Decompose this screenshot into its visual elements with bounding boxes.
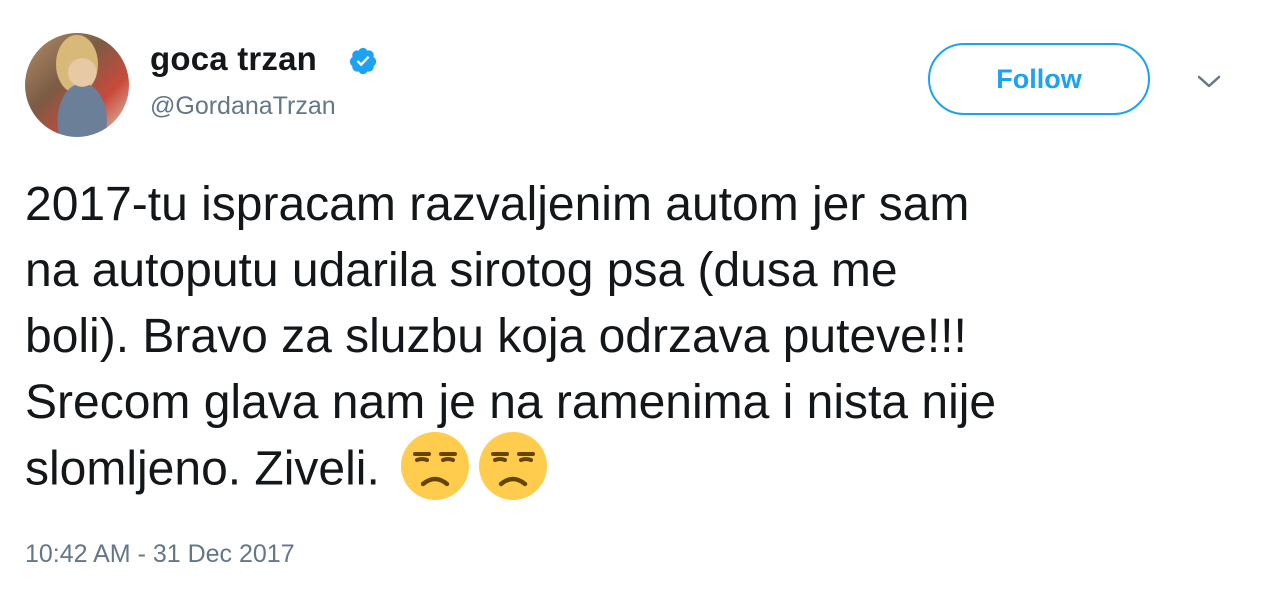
user-handle[interactable]: @GordanaTrzan xyxy=(150,92,336,121)
follow-button[interactable]: Follow xyxy=(928,43,1150,115)
chevron-down-icon[interactable] xyxy=(1196,72,1222,92)
tweet-line: na autoputu udarila sirotog psa (dusa me xyxy=(25,244,898,297)
verified-badge-icon xyxy=(349,47,377,75)
unamused-face-emoji-icon xyxy=(479,432,548,500)
unamused-face-emoji-icon xyxy=(401,432,470,500)
tweet-text: 2017-tu ispracam razvaljenim autom jer s… xyxy=(25,172,1255,508)
tweet-line: slomljeno. Ziveli. xyxy=(25,442,380,496)
tweet-line: 2017-tu ispracam razvaljenim autom jer s… xyxy=(25,178,970,231)
tweet-line: Srecom glava nam je na ramenima i nista … xyxy=(25,376,997,429)
avatar[interactable] xyxy=(25,33,129,137)
tweet-last-line: slomljeno. Ziveli. xyxy=(25,432,1255,508)
tweet-line: boli). Bravo za sluzbu koja odrzava pute… xyxy=(25,310,967,363)
display-name[interactable]: goca trzan xyxy=(150,40,317,78)
tweet-timestamp[interactable]: 10:42 AM - 31 Dec 2017 xyxy=(25,540,295,569)
